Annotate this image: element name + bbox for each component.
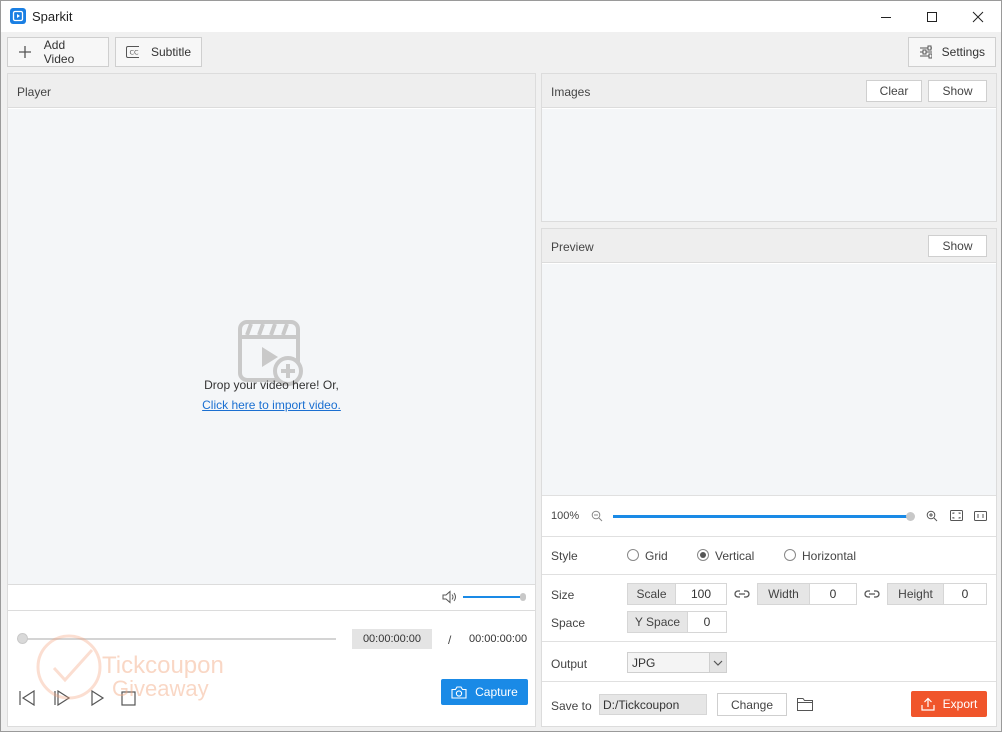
- add-video-button[interactable]: Add Video: [7, 37, 109, 67]
- player-panel: Player Drop your video here! Or, Click h…: [7, 73, 536, 727]
- style-label: Style: [551, 549, 578, 563]
- output-format-value: JPG: [632, 655, 656, 670]
- style-horizontal-radio[interactable]: [784, 549, 796, 561]
- watermark-check-icon: [36, 634, 102, 700]
- export-label: Export: [942, 697, 978, 711]
- width-label: Width: [757, 583, 810, 605]
- maximize-button[interactable]: [909, 1, 955, 32]
- sparkit-logo-icon: [10, 8, 26, 24]
- zoom-out-icon[interactable]: [591, 510, 603, 522]
- link-icon[interactable]: [864, 588, 880, 600]
- title-bar: Sparkit: [1, 1, 1001, 32]
- import-link-wrap: Click here to import video.: [8, 398, 535, 412]
- output-label: Output: [551, 657, 588, 671]
- total-time: 00:00:00:00: [469, 633, 528, 645]
- divider: [542, 681, 996, 682]
- progress-handle[interactable]: [16, 633, 28, 644]
- current-time: 00:00:00:00: [352, 629, 432, 649]
- space-label: Space: [551, 616, 586, 630]
- chevron-down-icon: [713, 660, 723, 666]
- watermark-line2: Giveaway: [112, 676, 209, 701]
- close-button[interactable]: [955, 1, 1001, 32]
- images-title: Images: [551, 85, 591, 99]
- zoom-fill: [613, 515, 910, 518]
- watermark-line1: Tickcoupon: [102, 652, 224, 679]
- volume-slider[interactable]: [463, 593, 526, 601]
- style-horizontal-label: Horizontal: [802, 549, 857, 563]
- subtitle-label: Subtitle: [150, 45, 191, 59]
- minimize-icon: [881, 16, 891, 18]
- add-video-label: Add Video: [43, 38, 75, 66]
- export-button[interactable]: Export: [911, 691, 987, 717]
- capture-label: Capture: [475, 685, 518, 699]
- volume-icon[interactable]: [442, 590, 458, 604]
- plus-icon: [19, 46, 31, 58]
- height-input[interactable]: 0: [943, 583, 987, 605]
- subtitle-button[interactable]: CC Subtitle: [115, 37, 202, 67]
- camera-icon: [451, 685, 467, 699]
- upload-icon: [921, 697, 935, 711]
- link-icon[interactable]: [734, 588, 750, 600]
- zoom-in-icon[interactable]: [926, 510, 938, 522]
- app-window: Sparkit Add Video CC Subtitle Settings P…: [0, 0, 1002, 732]
- style-vertical-radio[interactable]: [697, 549, 709, 561]
- yspace-label: Y Space: [627, 611, 688, 633]
- fit-to-window-icon[interactable]: [950, 510, 963, 522]
- size-label: Size: [551, 588, 575, 602]
- closed-caption-icon: CC: [126, 46, 139, 58]
- preview-header: Preview Show: [542, 229, 996, 263]
- import-video-link[interactable]: Click here to import video.: [202, 398, 341, 412]
- style-grid-label: Grid: [645, 549, 668, 563]
- scale-label: Scale: [627, 583, 676, 605]
- clear-images-button[interactable]: Clear: [866, 80, 922, 102]
- volume-handle[interactable]: [520, 593, 526, 601]
- images-header: Images Clear Show: [542, 74, 996, 108]
- add-video-file-icon: [238, 320, 303, 386]
- divider: [8, 610, 535, 611]
- style-vertical-label: Vertical: [715, 549, 755, 563]
- preview-title: Preview: [551, 240, 594, 254]
- divider: [542, 495, 996, 496]
- save-to-label: Save to: [551, 699, 592, 713]
- folder-icon[interactable]: [797, 697, 813, 711]
- video-drop-area[interactable]: Drop your video here! Or, Click here to …: [8, 109, 535, 584]
- divider: [542, 574, 996, 575]
- zoom-percent: 100%: [551, 510, 580, 522]
- settings-button[interactable]: Settings: [908, 37, 996, 67]
- width-input[interactable]: 0: [809, 583, 857, 605]
- preview-panel: Preview Show 100% Style Grid Vertical Ho…: [541, 228, 997, 727]
- divider: [542, 641, 996, 642]
- capture-button[interactable]: Capture: [441, 679, 528, 705]
- scale-input[interactable]: 100: [675, 583, 727, 605]
- player-header: Player: [8, 74, 535, 108]
- output-format-select[interactable]: JPG: [627, 652, 727, 673]
- actual-size-icon[interactable]: [974, 510, 987, 522]
- yspace-input[interactable]: 0: [687, 611, 727, 633]
- volume-fill: [463, 596, 523, 598]
- minimize-button[interactable]: [863, 1, 909, 32]
- maximize-icon: [927, 11, 937, 22]
- sliders-icon: [920, 45, 932, 59]
- close-icon: [972, 11, 984, 22]
- svg-text:CC: CC: [129, 49, 139, 57]
- player-title: Player: [17, 85, 52, 99]
- dropdown-arrow[interactable]: [709, 653, 726, 672]
- images-area: [542, 109, 996, 221]
- style-grid-radio[interactable]: [627, 549, 639, 561]
- save-path-field[interactable]: D:/Tickcoupon: [599, 694, 707, 715]
- preview-area: [542, 264, 996, 495]
- settings-label: Settings: [941, 45, 985, 59]
- window-title: Sparkit: [32, 9, 73, 24]
- show-images-button[interactable]: Show: [928, 80, 987, 102]
- divider: [8, 584, 535, 585]
- time-separator: /: [448, 633, 452, 647]
- height-label: Height: [887, 583, 944, 605]
- images-panel: Images Clear Show: [541, 73, 997, 222]
- zoom-handle[interactable]: [905, 512, 915, 521]
- change-folder-button[interactable]: Change: [717, 693, 787, 716]
- drop-text: Drop your video here! Or,: [204, 378, 339, 392]
- divider: [542, 536, 996, 537]
- zoom-slider[interactable]: [613, 512, 915, 521]
- show-preview-button[interactable]: Show: [928, 235, 987, 257]
